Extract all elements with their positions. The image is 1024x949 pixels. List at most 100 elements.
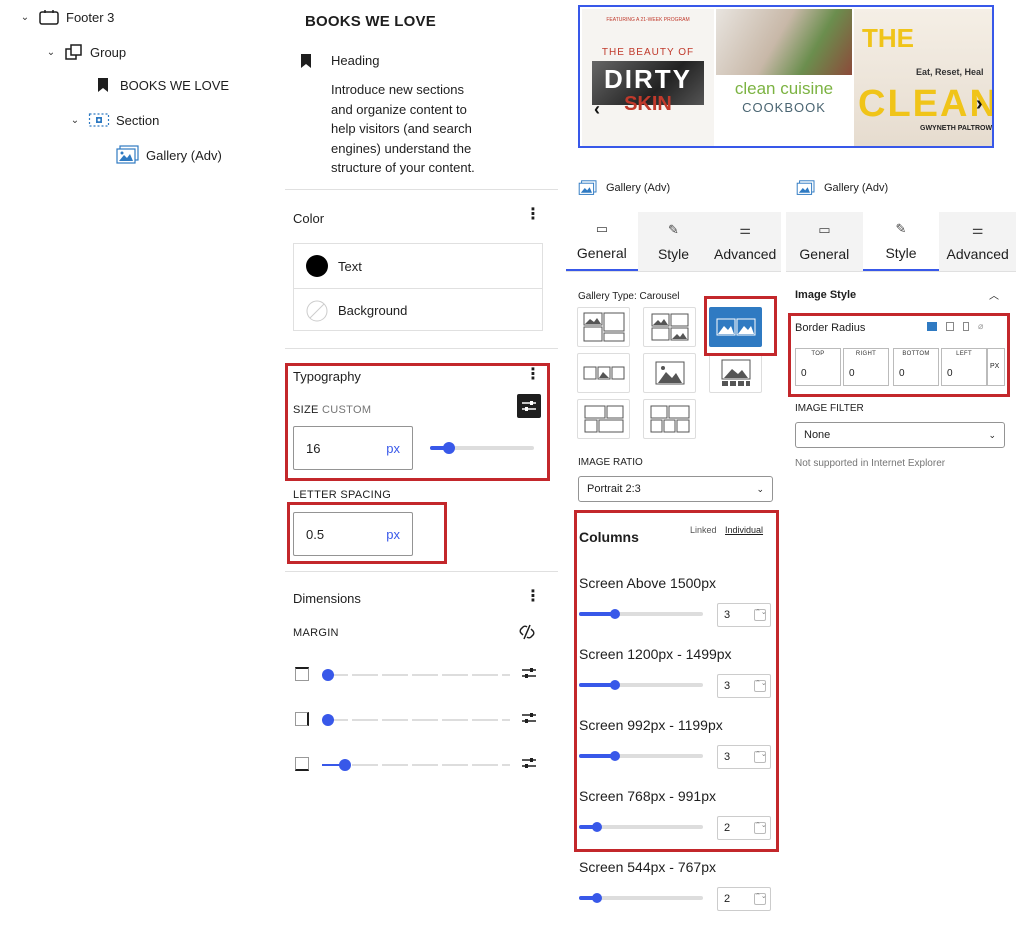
columns-number-input[interactable]: 2 ⌃⌄ (717, 887, 771, 911)
gallery-type-slider[interactable] (643, 353, 696, 393)
tablet-icon[interactable] (946, 322, 954, 331)
margin-top-slider[interactable] (322, 669, 510, 681)
desktop-icon[interactable] (927, 322, 937, 331)
margin-bottom-side-icon (295, 757, 309, 771)
tree-item-section[interactable]: ⌄ Section (68, 112, 160, 128)
gallery-type-masonry[interactable] (577, 307, 630, 347)
slider-thumb[interactable] (442, 442, 455, 454)
gallery-type-thumbnail-slider[interactable] (709, 353, 762, 393)
columns-slider[interactable] (579, 751, 703, 761)
tree-item-heading[interactable]: BOOKS WE LOVE (96, 77, 229, 93)
letter-spacing-label: LETTER SPACING (293, 489, 392, 501)
radius-input-left[interactable]: LEFT 0 (941, 348, 987, 386)
slider-thumb[interactable] (610, 751, 620, 761)
chevron-up-icon[interactable]: ︿ (989, 287, 999, 302)
font-size-input[interactable]: 16 px (293, 426, 413, 470)
gallery-type-carousel[interactable] (709, 307, 762, 347)
gallery-type-mosaic[interactable] (643, 399, 696, 439)
columns-slider[interactable] (579, 609, 703, 619)
image-ratio-select[interactable]: Portrait 2:3 ⌄ (578, 476, 773, 502)
slider-thumb[interactable] (610, 680, 620, 690)
bookmark-icon (301, 54, 311, 68)
radius-input-bottom[interactable]: BOTTOM 0 (893, 348, 939, 386)
book-cover-clean-cuisine[interactable]: clean cuisine COOKBOOK (716, 9, 852, 146)
slider-thumb[interactable] (338, 759, 351, 771)
chevron-down-icon[interactable]: ⌄ (44, 47, 58, 58)
background-color-item[interactable]: Background (294, 288, 542, 332)
slider-thumb[interactable] (592, 822, 602, 832)
gallery-carousel-preview[interactable]: FEATURING A 21-WEEK PROGRAM THE BEAUTY O… (578, 5, 994, 148)
sliders-icon[interactable] (521, 711, 537, 725)
color-settings: Text Background (293, 243, 543, 331)
columns-number-input[interactable]: 3 ⌃⌄ (717, 603, 771, 627)
sliders-icon[interactable] (521, 756, 537, 770)
tab-style[interactable]: ✎ Style (637, 212, 710, 271)
chevron-right-icon[interactable]: › (976, 93, 983, 116)
radius-input-right[interactable]: RIGHT 0 (843, 348, 889, 386)
radius-input-top[interactable]: TOP 0 (795, 348, 841, 386)
sliders-icon[interactable] (521, 666, 537, 680)
margin-bottom-slider[interactable] (322, 759, 510, 771)
tree-item-footer[interactable]: ⌄ Footer 3 (18, 9, 114, 25)
sliders-icon: ⚌ (971, 221, 984, 237)
tab-general[interactable]: ▭ General (786, 212, 863, 271)
gallery-type-fluid-carousel[interactable] (577, 353, 630, 393)
chevron-left-icon[interactable]: ‹ (594, 99, 600, 120)
kebab-menu-icon[interactable]: ⋮ (525, 589, 541, 605)
gallery-type-grid[interactable] (643, 307, 696, 347)
linked-toggle[interactable]: Linked (690, 525, 717, 535)
font-size-slider[interactable] (430, 442, 534, 454)
gallery-type-tiles[interactable] (577, 399, 630, 439)
kebab-menu-icon[interactable]: ⋮ (525, 367, 541, 383)
tab-advanced[interactable]: ⚌ Advanced (709, 212, 782, 271)
columns-number-input[interactable]: 2 ⌃⌄ (717, 816, 771, 840)
slider-thumb[interactable] (322, 714, 334, 726)
divider (285, 571, 558, 572)
book-cover-dirty-skin[interactable]: FEATURING A 21-WEEK PROGRAM THE BEAUTY O… (582, 9, 714, 146)
unlink-icon[interactable] (518, 623, 536, 641)
letter-spacing-input[interactable]: 0.5 px (293, 512, 413, 556)
gallery-tabs-style: ▭ General ✎ Style ⚌ Advanced (786, 212, 1017, 272)
chevron-down-icon[interactable]: ⌄ (68, 115, 82, 126)
columns-slider[interactable] (579, 822, 703, 832)
image-ratio-label: IMAGE RATIO (578, 457, 643, 468)
margin-right-slider[interactable] (322, 714, 510, 726)
slider-thumb[interactable] (610, 609, 620, 619)
columns-number-input[interactable]: 3 ⌃⌄ (717, 745, 771, 769)
tab-general[interactable]: ▭ General (566, 212, 638, 271)
slider-thumb[interactable] (322, 669, 334, 681)
mobile-icon[interactable] (963, 322, 969, 331)
tab-style[interactable]: ✎ Style (862, 212, 940, 271)
tree-item-group[interactable]: ⌄ Group (44, 43, 126, 61)
template-part-icon (39, 10, 59, 25)
image-filter-select[interactable]: None ⌄ (795, 422, 1005, 448)
chevron-down-icon[interactable]: ⌄ (18, 12, 32, 23)
spinner-icon[interactable]: ⌃⌄ (754, 893, 767, 905)
slider-thumb[interactable] (592, 893, 602, 903)
margin-top-side-icon (295, 667, 309, 681)
block-card: Gallery (Adv) (578, 180, 670, 196)
tree-item-gallery[interactable]: Gallery (Adv) (116, 145, 222, 165)
text-color-item[interactable]: Text (294, 244, 542, 288)
columns-number-input[interactable]: 3 ⌃⌄ (717, 674, 771, 698)
gallery-layout-icon (650, 405, 689, 433)
font-size-label: SIZE CUSTOM (293, 404, 372, 416)
radius-unit-button[interactable]: PX (987, 348, 1005, 386)
spinner-icon[interactable]: ⌃⌄ (754, 680, 767, 692)
columns-slider[interactable] (579, 893, 703, 903)
book-cover-the-clean[interactable]: Eat, Reset, Heal THE CLEAN GWYNETH PALTR… (854, 9, 992, 146)
unlink-icon[interactable]: ⌀ (978, 322, 983, 331)
margin-label: MARGIN (293, 627, 339, 639)
kebab-menu-icon[interactable]: ⋮ (525, 207, 541, 223)
individual-toggle[interactable]: Individual (725, 525, 763, 535)
no-color-swatch-icon (306, 300, 328, 321)
sliders-icon (522, 401, 536, 411)
tab-advanced[interactable]: ⚌ Advanced (939, 212, 1017, 271)
layout-icon: ▭ (818, 221, 831, 237)
custom-size-toggle-button[interactable] (517, 394, 541, 418)
spinner-icon[interactable]: ⌃⌄ (754, 609, 767, 621)
spinner-icon[interactable]: ⌃⌄ (754, 751, 767, 763)
columns-slider[interactable] (579, 680, 703, 690)
spinner-icon[interactable]: ⌃⌄ (754, 822, 767, 834)
gallery-tabs-general: ▭ General ✎ Style ⚌ Advanced (566, 212, 782, 272)
